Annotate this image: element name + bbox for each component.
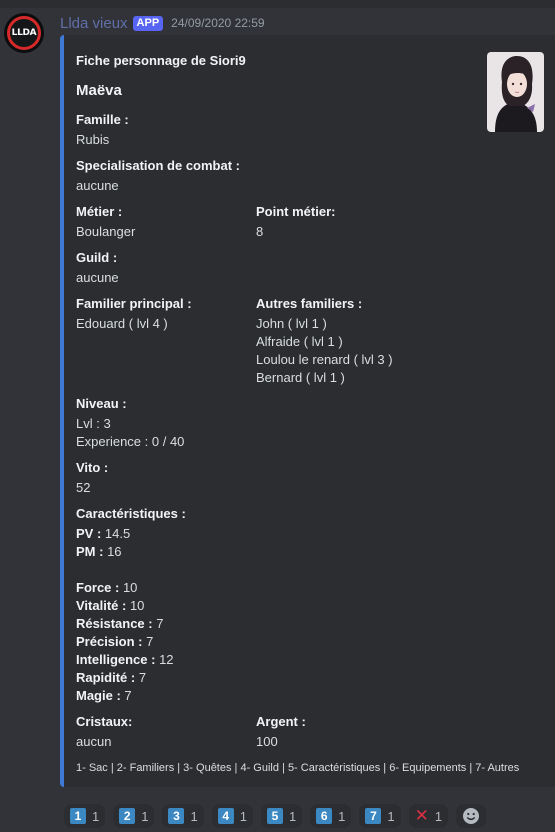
embed-author: Fiche personnage de Siori9	[76, 53, 246, 68]
field-cristaux-label: Cristaux:	[76, 714, 133, 729]
field-vito-label: Vito :	[76, 460, 109, 475]
stat-row: Résistance : 7	[76, 615, 163, 633]
stat-value: 12	[155, 652, 174, 667]
field-niveau-xp: Experience : 0 / 40	[76, 434, 185, 449]
embed-title: Maëva	[76, 82, 122, 99]
reaction-count: 1	[92, 808, 100, 824]
username[interactable]: Llda vieux	[60, 15, 128, 32]
autres-familier-item: Alfraide ( lvl 1 )	[256, 334, 343, 349]
field-autres-familiers-label: Autres familiers :	[256, 296, 363, 311]
timestamp: 24/09/2020 22:59	[171, 16, 265, 30]
stat-row: Précision : 7	[76, 633, 153, 651]
smiley-add-icon	[463, 808, 480, 824]
stat-row: Intelligence : 12	[76, 651, 174, 669]
stat-label: Force :	[76, 580, 120, 595]
keycap-1-icon: 1	[70, 808, 86, 824]
app-badge: APP	[132, 15, 164, 31]
stat-label: PV :	[76, 526, 102, 541]
stat-label: PM :	[76, 544, 104, 559]
stat-value: 10	[126, 598, 145, 613]
reaction-count: 1	[338, 808, 346, 824]
reaction-5[interactable]: 5 1	[260, 804, 303, 828]
field-argent-label: Argent :	[256, 714, 306, 729]
stat-label: Intelligence :	[76, 652, 156, 667]
field-guild-label: Guild :	[76, 250, 118, 265]
reaction-cross[interactable]: ✕ 1	[408, 804, 449, 828]
keycap-6-icon: 6	[316, 808, 333, 824]
field-specialisation-value: aucune	[76, 178, 119, 193]
character-sheet-embed: Fiche personnage de Siori9 Maëva Famille…	[60, 35, 555, 787]
reaction-2[interactable]: 2 1	[113, 804, 155, 828]
stat-value: 16	[103, 544, 122, 559]
stat-value: 7	[152, 616, 164, 631]
keycap-3-icon: 3	[168, 808, 185, 824]
portrait-image	[487, 52, 544, 132]
field-famille-label: Famille :	[76, 112, 129, 127]
field-cristaux-value: aucun	[76, 734, 112, 749]
field-vito-value: 52	[76, 480, 91, 495]
stat-value: 10	[119, 580, 138, 595]
reaction-count: 1	[141, 808, 149, 824]
avatar[interactable]: LLDA	[4, 13, 44, 53]
field-familier-principal-label: Familier principal :	[76, 296, 192, 311]
stat-label: Rapidité :	[76, 670, 136, 685]
stat-value: 14.5	[101, 526, 131, 541]
reaction-3[interactable]: 3 1	[162, 804, 204, 828]
add-reaction-button[interactable]	[456, 804, 487, 828]
field-familier-principal-value: Edouard ( lvl 4 )	[76, 316, 168, 331]
stat-row: Force : 10	[76, 579, 137, 597]
reactions-bar: 1 1 2 1 3 1 4 1 5 1 6 1 7 1 ✕ 1	[64, 804, 487, 828]
stat-label: Résistance :	[76, 616, 153, 631]
autres-familier-item: Bernard ( lvl 1 )	[256, 370, 345, 385]
stat-pv: PV : 14.5	[76, 525, 130, 543]
stat-value: 7	[135, 670, 147, 685]
field-niveau-lvl: Lvl : 3	[76, 416, 111, 431]
stat-row: Vitalité : 10	[76, 597, 144, 615]
stat-value: 7	[142, 634, 154, 649]
llda-logo-icon: LLDA	[7, 16, 41, 50]
field-point-metier-value: 8	[256, 224, 264, 239]
stat-row: Rapidité : 7	[76, 669, 146, 687]
message-header: Llda vieux APP 24/09/2020 22:59	[60, 13, 265, 33]
embed-footer: 1- Sac | 2- Familiers | 3- Quêtes | 4- G…	[76, 762, 520, 774]
reaction-count: 1	[190, 808, 198, 824]
autres-familier-item: Loulou le renard ( lvl 3 )	[256, 352, 393, 367]
reaction-4[interactable]: 4 1	[211, 804, 253, 828]
keycap-4-icon: 4	[217, 808, 234, 824]
autres-familier-item: John ( lvl 1 )	[256, 316, 327, 331]
field-metier-label: Métier :	[76, 204, 123, 219]
field-niveau-label: Niveau :	[76, 396, 127, 411]
field-metier-value: Boulanger	[76, 224, 136, 239]
reaction-7[interactable]: 7 1	[359, 804, 401, 828]
field-famille-value: Rubis	[76, 132, 110, 147]
cross-mark-icon: ✕	[414, 806, 429, 825]
field-argent-value: 100	[256, 734, 278, 749]
stat-label: Magie :	[76, 688, 121, 703]
keycap-5-icon: 5	[266, 808, 283, 824]
reaction-6[interactable]: 6 1	[310, 804, 352, 828]
reaction-1[interactable]: 1 1	[64, 804, 106, 828]
reaction-count: 1	[434, 808, 443, 824]
reaction-count: 1	[288, 808, 297, 824]
stat-row: Magie : 7	[76, 687, 132, 705]
stat-pm: PM : 16	[76, 543, 122, 561]
top-strip	[0, 0, 555, 8]
avatar-logo-text: LLDA	[11, 28, 37, 38]
stat-label: Précision :	[76, 634, 143, 649]
field-specialisation-label: Specialisation de combat :	[76, 158, 240, 173]
keycap-7-icon: 7	[365, 808, 382, 824]
reaction-count: 1	[387, 808, 395, 824]
stat-label: Vitalité :	[76, 598, 127, 613]
character-thumbnail[interactable]	[487, 52, 544, 132]
stat-value: 7	[120, 688, 132, 703]
field-point-metier-label: Point métier:	[256, 204, 336, 219]
reaction-count: 1	[239, 808, 247, 824]
field-carac-label: Caractéristiques :	[76, 506, 186, 521]
keycap-2-icon: 2	[119, 808, 136, 824]
field-guild-value: aucune	[76, 270, 119, 285]
